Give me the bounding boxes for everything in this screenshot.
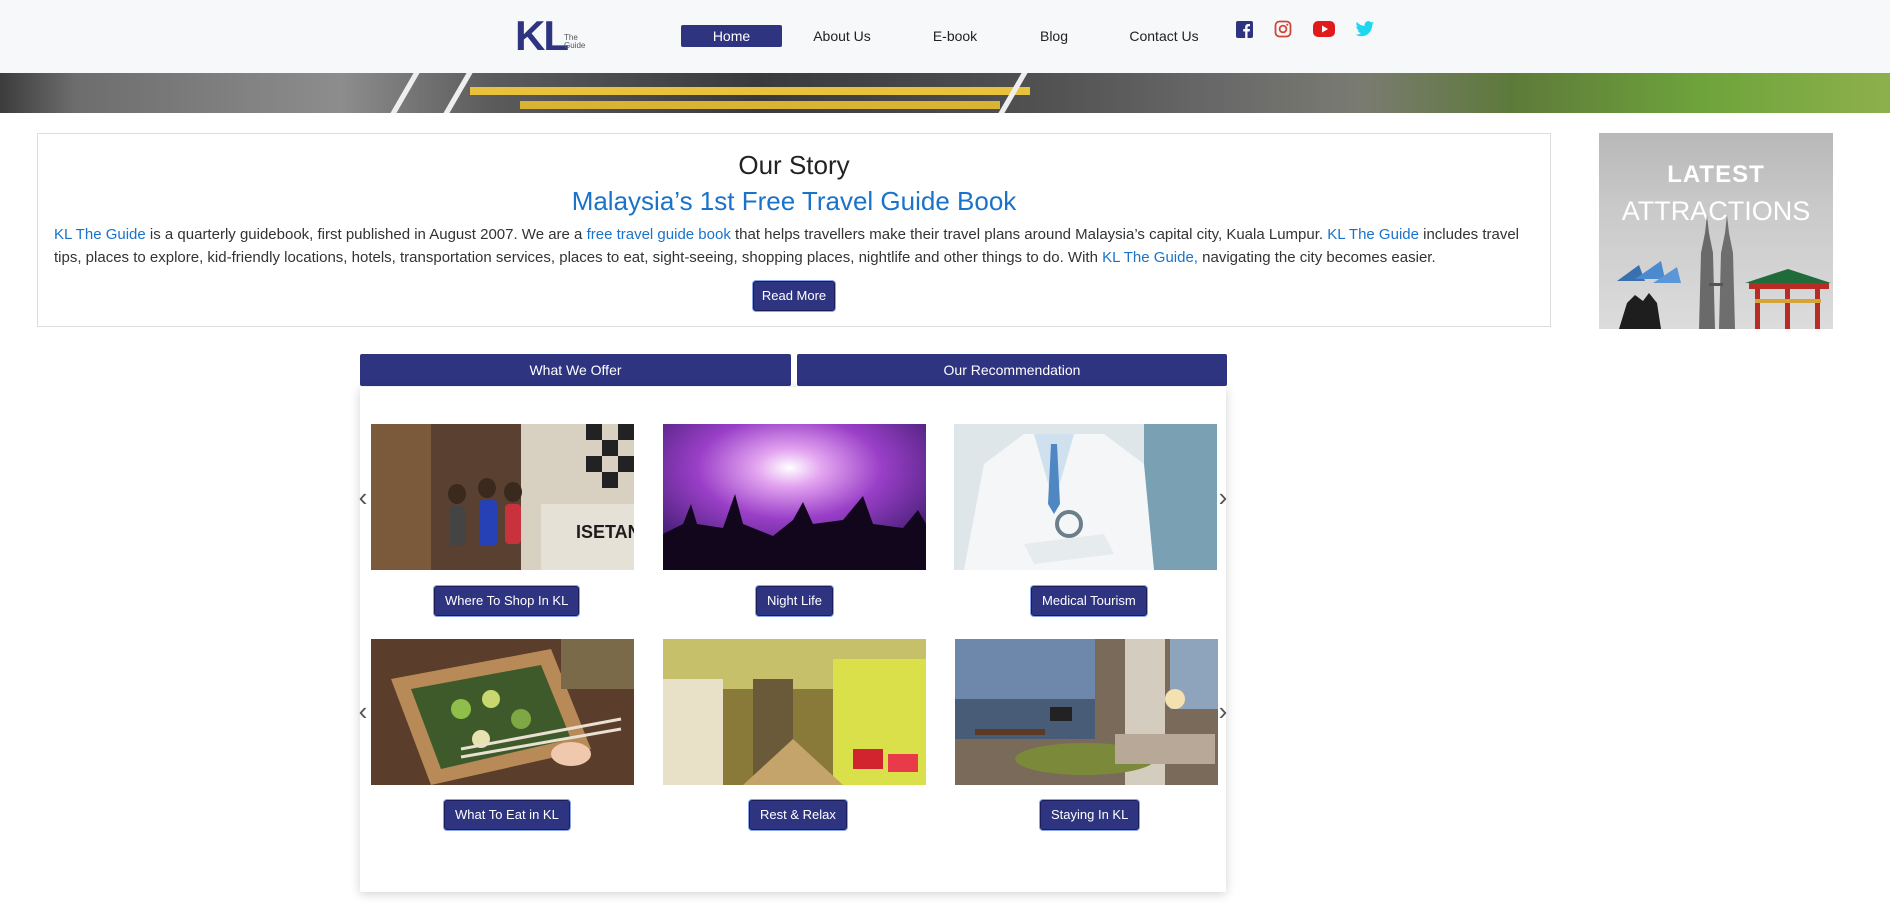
night-life-button[interactable]: Night Life [756, 586, 833, 616]
rest-relax-button[interactable]: Rest & Relax [749, 800, 847, 830]
carousel-prev-arrow[interactable]: ‹ [356, 698, 370, 724]
logo-kl-text: KL [515, 12, 569, 59]
medical-tourism-button[interactable]: Medical Tourism [1031, 586, 1147, 616]
where-to-shop-button[interactable]: Where To Shop In KL [434, 586, 580, 616]
story-text-1: is a quarterly guidebook, first publishe… [145, 226, 587, 243]
carousel-next-arrow[interactable]: › [1216, 698, 1230, 724]
story-paragraph: KL The Guide is a quarterly guidebook, f… [54, 223, 1538, 269]
kl-the-guide-link-2[interactable]: KL The Guide [1327, 226, 1419, 243]
tab-our-recommendation[interactable]: Our Recommendation [797, 354, 1227, 386]
road-mark [390, 73, 420, 113]
story-title: Our Story [738, 150, 850, 180]
medical-tourism-image[interactable] [954, 424, 1217, 570]
kl-skyline-illustration [1617, 215, 1831, 329]
carousel-prev-arrow[interactable]: ‹ [356, 484, 370, 510]
road-mark [443, 73, 473, 113]
logo-sub-line2: Guide [564, 41, 586, 50]
logo-sub-text: The Guide [564, 34, 594, 50]
free-travel-guide-link[interactable]: free travel guide book [587, 226, 731, 243]
tab-what-we-offer[interactable]: What We Offer [360, 354, 791, 386]
nav-contact-us[interactable]: Contact Us [1124, 25, 1204, 47]
youtube-icon[interactable] [1312, 18, 1336, 40]
story-subtitle: Malaysia’s 1st Free Travel Guide Book [571, 186, 1017, 216]
site-header: KL The Guide Home About Us E-book Blog C… [0, 0, 1890, 73]
svg-text:ISETAN: ISETAN [576, 522, 634, 542]
site-logo[interactable]: KL The Guide [515, 12, 595, 59]
what-to-eat-button[interactable]: What To Eat in KL [444, 800, 570, 830]
carousel-next-arrow[interactable]: › [1216, 484, 1230, 510]
nav-about-us[interactable]: About Us [802, 25, 882, 47]
kl-the-guide-link-3[interactable]: KL The Guide, [1102, 249, 1198, 266]
read-more-button[interactable]: Read More [753, 281, 835, 311]
what-to-eat-image[interactable] [371, 639, 634, 785]
our-story-card: Our Story Malaysia’s 1st Free Travel Gui… [37, 133, 1551, 327]
nav-home[interactable]: Home [681, 25, 782, 47]
kl-the-guide-link[interactable]: KL The Guide [54, 226, 146, 243]
story-text-2: that helps travellers make their travel … [730, 226, 1328, 243]
twitter-icon[interactable] [1354, 18, 1376, 40]
story-text-4: navigating the city becomes easier. [1197, 249, 1436, 266]
rest-relax-image[interactable] [663, 639, 926, 785]
staying-in-kl-image[interactable] [955, 639, 1218, 785]
shopping-image[interactable]: ISETAN [371, 424, 634, 570]
instagram-icon[interactable] [1272, 18, 1294, 40]
nav-ebook[interactable]: E-book [920, 25, 990, 47]
hero-banner-image [0, 73, 1890, 113]
offer-carousel-panel: ‹ › ‹ › ISETAN Where To Shop In KL [359, 387, 1227, 892]
nav-blog[interactable]: Blog [1030, 25, 1078, 47]
road-stripe [470, 87, 1030, 95]
facebook-icon[interactable] [1233, 18, 1255, 40]
latest-attractions-banner[interactable]: LATEST ATTRACTIONS [1599, 133, 1833, 329]
night-life-image[interactable] [663, 424, 926, 570]
road-stripe [520, 101, 1000, 109]
staying-in-kl-button[interactable]: Staying In KL [1040, 800, 1140, 830]
